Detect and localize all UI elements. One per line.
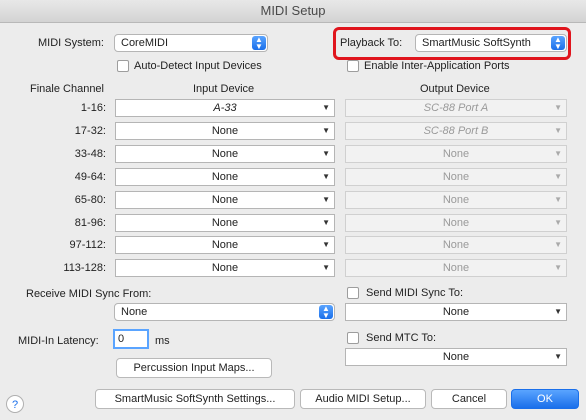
send-mtc-value: None [442,351,470,363]
output-device-dropdown: None ▼ [345,168,567,186]
input-device-dropdown[interactable]: None ▼ [115,168,335,186]
updown-chevron-icon: ▲ ▼ [319,305,333,320]
input-device-value: None [211,262,239,274]
receive-sync-popup[interactable]: None ▲ ▼ [114,303,335,321]
channel-range-label: 33-48: [74,148,106,160]
input-device-value: None [211,239,239,251]
cancel-button[interactable]: Cancel [431,389,507,409]
playback-value: SmartMusic SoftSynth [422,37,531,49]
triangle-down-icon: ▼ [554,149,562,158]
triangle-down-icon: ▼ [322,172,330,181]
input-device-dropdown[interactable]: None ▼ [115,191,335,209]
input-device-value: None [211,125,239,137]
output-device-value: None [442,194,470,206]
channel-range-label: 65-80: [74,194,106,206]
auto-detect-checkbox[interactable] [117,60,129,72]
output-device-dropdown: None ▼ [345,214,567,232]
triangle-down-icon: ▼ [322,195,330,204]
output-device-dropdown: SC-88 Port A ▼ [345,99,567,117]
input-device-value: A-33 [213,102,237,114]
updown-chevron-icon: ▲ ▼ [252,36,266,51]
send-sync-label: Send MIDI Sync To: [366,287,464,299]
send-sync-value: None [442,306,470,318]
updown-chevron-icon: ▲ ▼ [551,36,565,51]
latency-label: MIDI-In Latency: [18,335,99,347]
channel-range-label: 81-96: [74,217,106,229]
midi-system-popup[interactable]: CoreMIDI ▲ ▼ [114,34,268,52]
triangle-down-icon: ▼ [322,263,330,272]
channel-column-header: Finale Channel [30,83,104,95]
triangle-down-icon: ▼ [554,352,562,361]
softsynth-settings-button[interactable]: SmartMusic SoftSynth Settings... [95,389,295,409]
audio-midi-setup-button[interactable]: Audio MIDI Setup... [300,389,426,409]
triangle-down-icon: ▼ [554,307,562,316]
input-device-dropdown[interactable]: None ▼ [115,122,335,140]
output-device-dropdown: None ▼ [345,259,567,277]
latency-unit: ms [155,335,170,347]
triangle-down-icon: ▼ [554,218,562,227]
window-title: MIDI Setup [0,0,586,23]
output-device-value: None [442,217,470,229]
channel-range-label: 1-16: [80,102,106,114]
auto-detect-label: Auto-Detect Input Devices [134,60,262,72]
midi-system-label: MIDI System: [37,37,104,49]
send-sync-checkbox[interactable] [347,287,359,299]
triangle-down-icon: ▼ [554,195,562,204]
triangle-down-icon: ▼ [322,149,330,158]
output-device-value: None [442,262,470,274]
output-device-value: SC-88 Port A [423,102,489,114]
send-sync-dropdown[interactable]: None ▼ [345,303,567,321]
send-mtc-label: Send MTC To: [366,332,437,344]
output-device-value: None [442,148,470,160]
midi-system-value: CoreMIDI [121,37,169,49]
ok-button[interactable]: OK [511,389,579,409]
playback-popup[interactable]: SmartMusic SoftSynth ▲ ▼ [415,34,567,52]
send-mtc-dropdown[interactable]: None ▼ [345,348,567,366]
channel-range-label: 17-32: [74,125,106,137]
receive-sync-label: Receive MIDI Sync From: [26,288,152,300]
input-device-dropdown[interactable]: None ▼ [115,259,335,277]
triangle-down-icon: ▼ [554,240,562,249]
receive-sync-value: None [121,306,148,318]
send-mtc-checkbox[interactable] [347,332,359,344]
output-device-dropdown: None ▼ [345,236,567,254]
playback-label: Playback To: [340,37,403,49]
triangle-down-icon: ▼ [554,126,562,135]
output-column-header: Output Device [420,83,490,95]
output-device-value: SC-88 Port B [423,125,489,137]
inter-app-checkbox[interactable] [347,60,359,72]
input-device-dropdown[interactable]: A-33 ▼ [115,99,335,117]
input-device-dropdown[interactable]: None ▼ [115,145,335,163]
help-button[interactable]: ? [6,395,24,413]
channel-range-label: 113-128: [63,262,106,274]
percussion-input-maps-button[interactable]: Percussion Input Maps... [116,358,272,378]
triangle-down-icon: ▼ [554,263,562,272]
output-device-value: None [442,239,470,251]
input-device-value: None [211,148,239,160]
latency-input[interactable]: 0 [113,329,149,349]
triangle-down-icon: ▼ [554,103,562,112]
channel-range-label: 49-64: [74,171,106,183]
input-device-value: None [211,171,239,183]
input-device-dropdown[interactable]: None ▼ [115,214,335,232]
channel-range-label: 97-112: [69,239,107,251]
output-device-dropdown: None ▼ [345,191,567,209]
output-device-dropdown: SC-88 Port B ▼ [345,122,567,140]
input-column-header: Input Device [193,83,255,95]
triangle-down-icon: ▼ [322,126,330,135]
triangle-down-icon: ▼ [322,103,330,112]
triangle-down-icon: ▼ [322,240,330,249]
triangle-down-icon: ▼ [322,218,330,227]
output-device-value: None [442,171,470,183]
input-device-dropdown[interactable]: None ▼ [115,236,335,254]
input-device-value: None [211,217,239,229]
output-device-dropdown: None ▼ [345,145,567,163]
inter-app-label: Enable Inter-Application Ports [364,60,510,72]
input-device-value: None [211,194,239,206]
triangle-down-icon: ▼ [554,172,562,181]
